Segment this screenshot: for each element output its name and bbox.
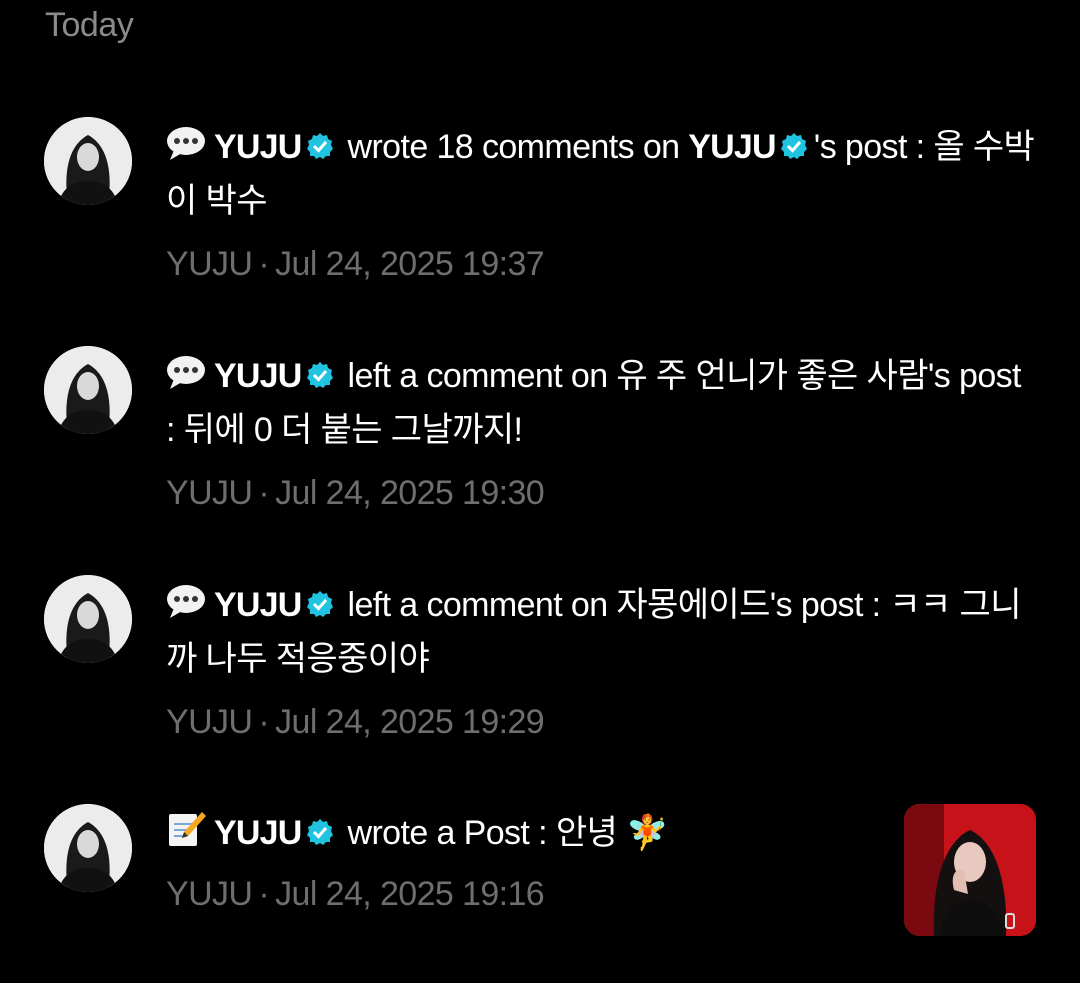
verified-badge-icon bbox=[306, 353, 334, 403]
actor-name[interactable]: YUJU bbox=[214, 357, 302, 395]
actor-name[interactable]: YUJU bbox=[214, 814, 302, 852]
avatar-photo-icon bbox=[44, 804, 132, 892]
notification-meta: YUJU · Jul 24, 2025 19:30 bbox=[166, 473, 1036, 513]
verified-badge-icon bbox=[306, 582, 334, 632]
avatar-photo-icon bbox=[44, 575, 132, 663]
notification-action: wrote 18 comments on bbox=[347, 128, 681, 166]
post-thumbnail[interactable] bbox=[904, 804, 1036, 936]
meta-separator: · bbox=[258, 875, 270, 913]
speech-bubble-icon bbox=[166, 355, 206, 405]
meta-separator: · bbox=[258, 245, 270, 283]
avatar[interactable] bbox=[44, 117, 132, 205]
memo-icon bbox=[166, 808, 206, 862]
meta-time: Jul 24, 2025 19:30 bbox=[275, 474, 545, 512]
actor-name[interactable]: YUJU bbox=[214, 586, 302, 624]
verified-badge-icon bbox=[306, 124, 334, 174]
avatar[interactable] bbox=[44, 346, 132, 434]
notifications-page: Today YUJU wrote 18 comments on YUJU's po… bbox=[0, 0, 1080, 983]
meta-author: YUJU bbox=[166, 474, 253, 512]
speech-bubble-icon bbox=[166, 584, 206, 634]
avatar-photo-icon bbox=[44, 346, 132, 434]
section-title: Today bbox=[45, 6, 134, 44]
avatar-photo-icon bbox=[44, 117, 132, 205]
meta-author: YUJU bbox=[166, 875, 253, 913]
verified-badge-icon bbox=[780, 124, 808, 174]
meta-author: YUJU bbox=[166, 703, 253, 741]
verified-badge-icon bbox=[306, 810, 334, 860]
meta-separator: · bbox=[258, 703, 270, 741]
speech-bubble-icon bbox=[166, 126, 206, 176]
target-name[interactable]: YUJU bbox=[688, 128, 776, 166]
notification-meta: YUJU · Jul 24, 2025 19:29 bbox=[166, 702, 1036, 742]
meta-time: Jul 24, 2025 19:16 bbox=[275, 875, 545, 913]
notification-meta: YUJU · Jul 24, 2025 19:16 bbox=[166, 874, 866, 914]
meta-author: YUJU bbox=[166, 245, 253, 283]
meta-separator: · bbox=[258, 474, 270, 512]
avatar[interactable] bbox=[44, 804, 132, 892]
notification-action: wrote a Post : 안녕 🧚 bbox=[347, 814, 669, 852]
notification-meta: YUJU · Jul 24, 2025 19:37 bbox=[166, 244, 1036, 284]
avatar[interactable] bbox=[44, 575, 132, 663]
meta-time: Jul 24, 2025 19:29 bbox=[275, 703, 545, 741]
actor-name[interactable]: YUJU bbox=[214, 128, 302, 166]
meta-time: Jul 24, 2025 19:37 bbox=[275, 245, 545, 283]
post-photo-icon bbox=[904, 804, 1036, 936]
